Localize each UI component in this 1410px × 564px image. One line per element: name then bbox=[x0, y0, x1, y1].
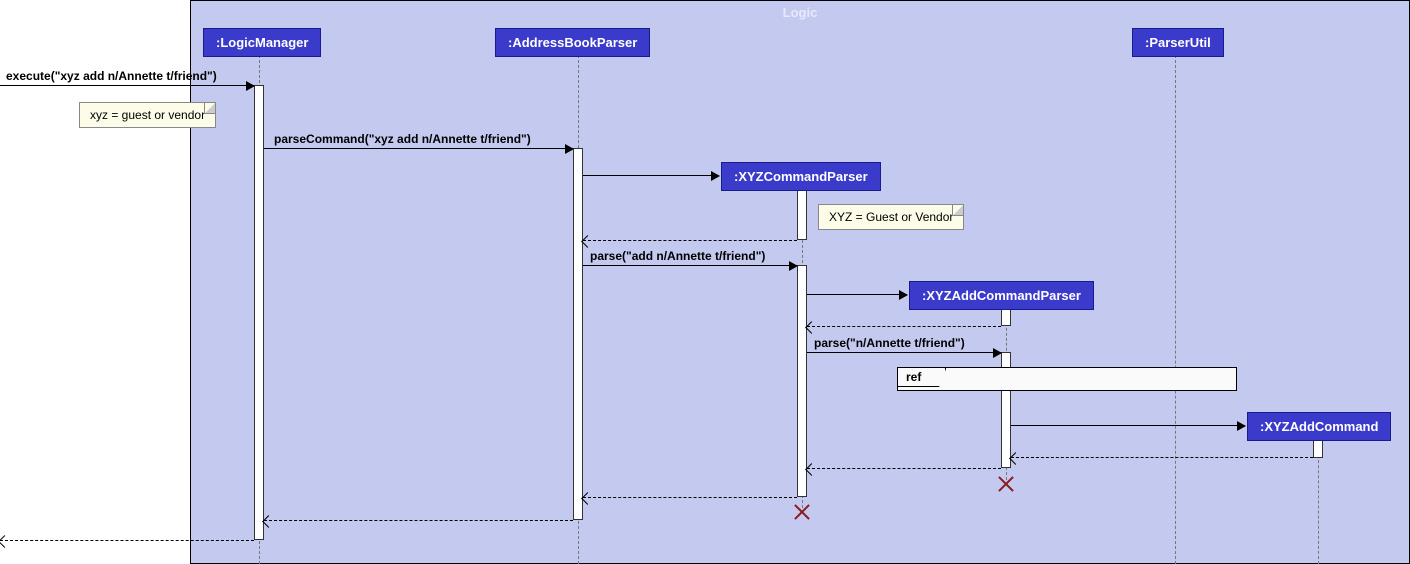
label-parse-2: parse("n/Annette t/friend") bbox=[814, 336, 965, 350]
activation-logic-manager bbox=[254, 85, 264, 540]
ref-frame: ref bbox=[897, 367, 1237, 391]
arrow-create-xyz-add-command-parser bbox=[807, 294, 907, 295]
arrow-return-lm-ext bbox=[0, 540, 254, 541]
activation-address-book-parser bbox=[573, 148, 583, 520]
activation-xyz-add-command-parser-1 bbox=[1001, 308, 1011, 326]
arrow-create-xyz-command-parser bbox=[583, 175, 719, 176]
arrow-parse-1 bbox=[583, 265, 797, 266]
participant-parser-util: :ParserUtil bbox=[1132, 28, 1224, 57]
participant-xyz-add-command-parser: :XYZAddCommandParser bbox=[909, 281, 1094, 310]
participant-logic-manager: :LogicManager bbox=[203, 28, 321, 57]
arrow-return-abp-lm bbox=[264, 520, 573, 521]
participant-xyz-add-command: :XYZAddCommand bbox=[1247, 412, 1391, 441]
arrow-execute bbox=[0, 85, 254, 86]
arrow-return-xyzcp-abp-2 bbox=[583, 497, 797, 498]
activation-xyz-command-parser-2 bbox=[797, 265, 807, 497]
arrow-return-xyzacp-xyzcp-1 bbox=[807, 326, 1001, 327]
label-parse-1: parse("add n/Annette t/friend") bbox=[590, 249, 765, 263]
ref-tag: ref bbox=[898, 368, 946, 387]
participant-address-book-parser: :AddressBookParser bbox=[495, 28, 650, 57]
arrow-return-xyzcp-abp bbox=[583, 240, 797, 241]
arrow-parse-command bbox=[264, 148, 573, 149]
participant-xyz-command-parser: :XYZCommandParser bbox=[721, 162, 881, 191]
arrow-parse-2 bbox=[807, 352, 1001, 353]
frame-title: Logic bbox=[783, 5, 818, 20]
arrow-create-xyz-add-command bbox=[1011, 425, 1245, 426]
lifeline-xyz-add-command bbox=[1318, 440, 1319, 564]
label-execute: execute("xyz add n/Annette t/friend") bbox=[6, 69, 217, 83]
lifeline-parser-util bbox=[1175, 55, 1176, 564]
note-xyz-upper: XYZ = Guest or Vendor bbox=[818, 204, 964, 230]
arrow-return-xyzacp-xyzcp-2 bbox=[807, 468, 1001, 469]
arrow-return-xyzac-xyzacp bbox=[1011, 457, 1313, 458]
label-parse-command: parseCommand("xyz add n/Annette t/friend… bbox=[274, 132, 531, 146]
destroy-xyz-command-parser bbox=[792, 502, 812, 522]
activation-xyz-add-command bbox=[1313, 440, 1323, 458]
note-xyz-lower: xyz = guest or vendor bbox=[79, 102, 216, 128]
activation-xyz-command-parser-1 bbox=[797, 190, 807, 240]
destroy-xyz-add-command-parser bbox=[996, 474, 1016, 494]
